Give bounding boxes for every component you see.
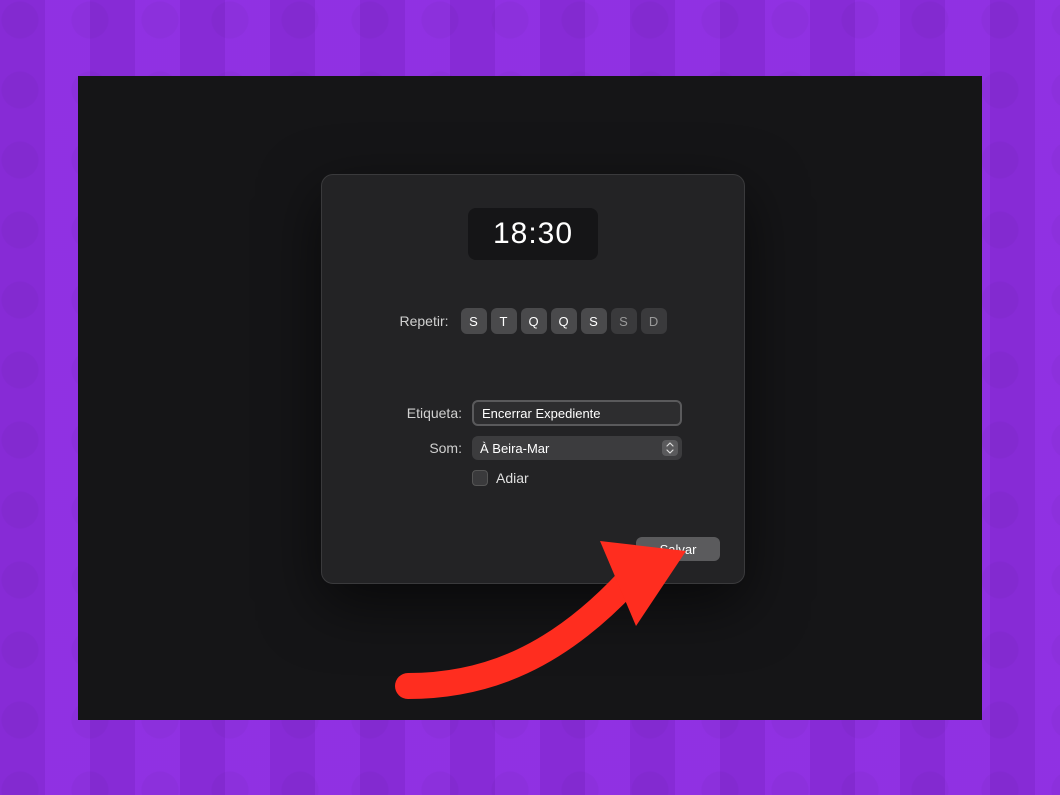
adiar-row: Adiar — [322, 470, 744, 486]
som-select[interactable]: À Beira-Mar — [472, 436, 682, 460]
repeat-label: Repetir: — [399, 313, 448, 329]
save-button[interactable]: Salvar — [636, 537, 720, 561]
repeat-day-qui[interactable]: Q — [551, 308, 577, 334]
etiqueta-row: Etiqueta: — [322, 400, 744, 426]
dialog-button-row: Cancelar Salvar — [540, 537, 720, 561]
alarm-time-field[interactable]: 18:30 — [468, 208, 598, 260]
repeat-day-qua[interactable]: Q — [521, 308, 547, 334]
adiar-checkbox[interactable] — [472, 470, 488, 486]
repeat-day-sab[interactable]: S — [611, 308, 637, 334]
repeat-day-sex[interactable]: S — [581, 308, 607, 334]
som-label: Som: — [380, 440, 462, 456]
adiar-label: Adiar — [496, 470, 529, 486]
etiqueta-input[interactable] — [472, 400, 682, 426]
repeat-days-group: S T Q Q S S D — [461, 308, 667, 334]
app-window: 18:30 Repetir: S T Q Q S S D Etiqueta: S… — [78, 76, 982, 720]
som-select-value: À Beira-Mar — [480, 441, 674, 456]
repeat-day-seg[interactable]: S — [461, 308, 487, 334]
stepper-icon — [662, 440, 678, 456]
som-row: Som: À Beira-Mar — [322, 436, 744, 460]
repeat-day-ter[interactable]: T — [491, 308, 517, 334]
etiqueta-label: Etiqueta: — [380, 405, 462, 421]
form-rows: Etiqueta: Som: À Beira-Mar Adiar — [322, 400, 744, 486]
repeat-row: Repetir: S T Q Q S S D — [322, 308, 744, 334]
alarm-edit-dialog: 18:30 Repetir: S T Q Q S S D Etiqueta: S… — [321, 174, 745, 584]
repeat-day-dom[interactable]: D — [641, 308, 667, 334]
